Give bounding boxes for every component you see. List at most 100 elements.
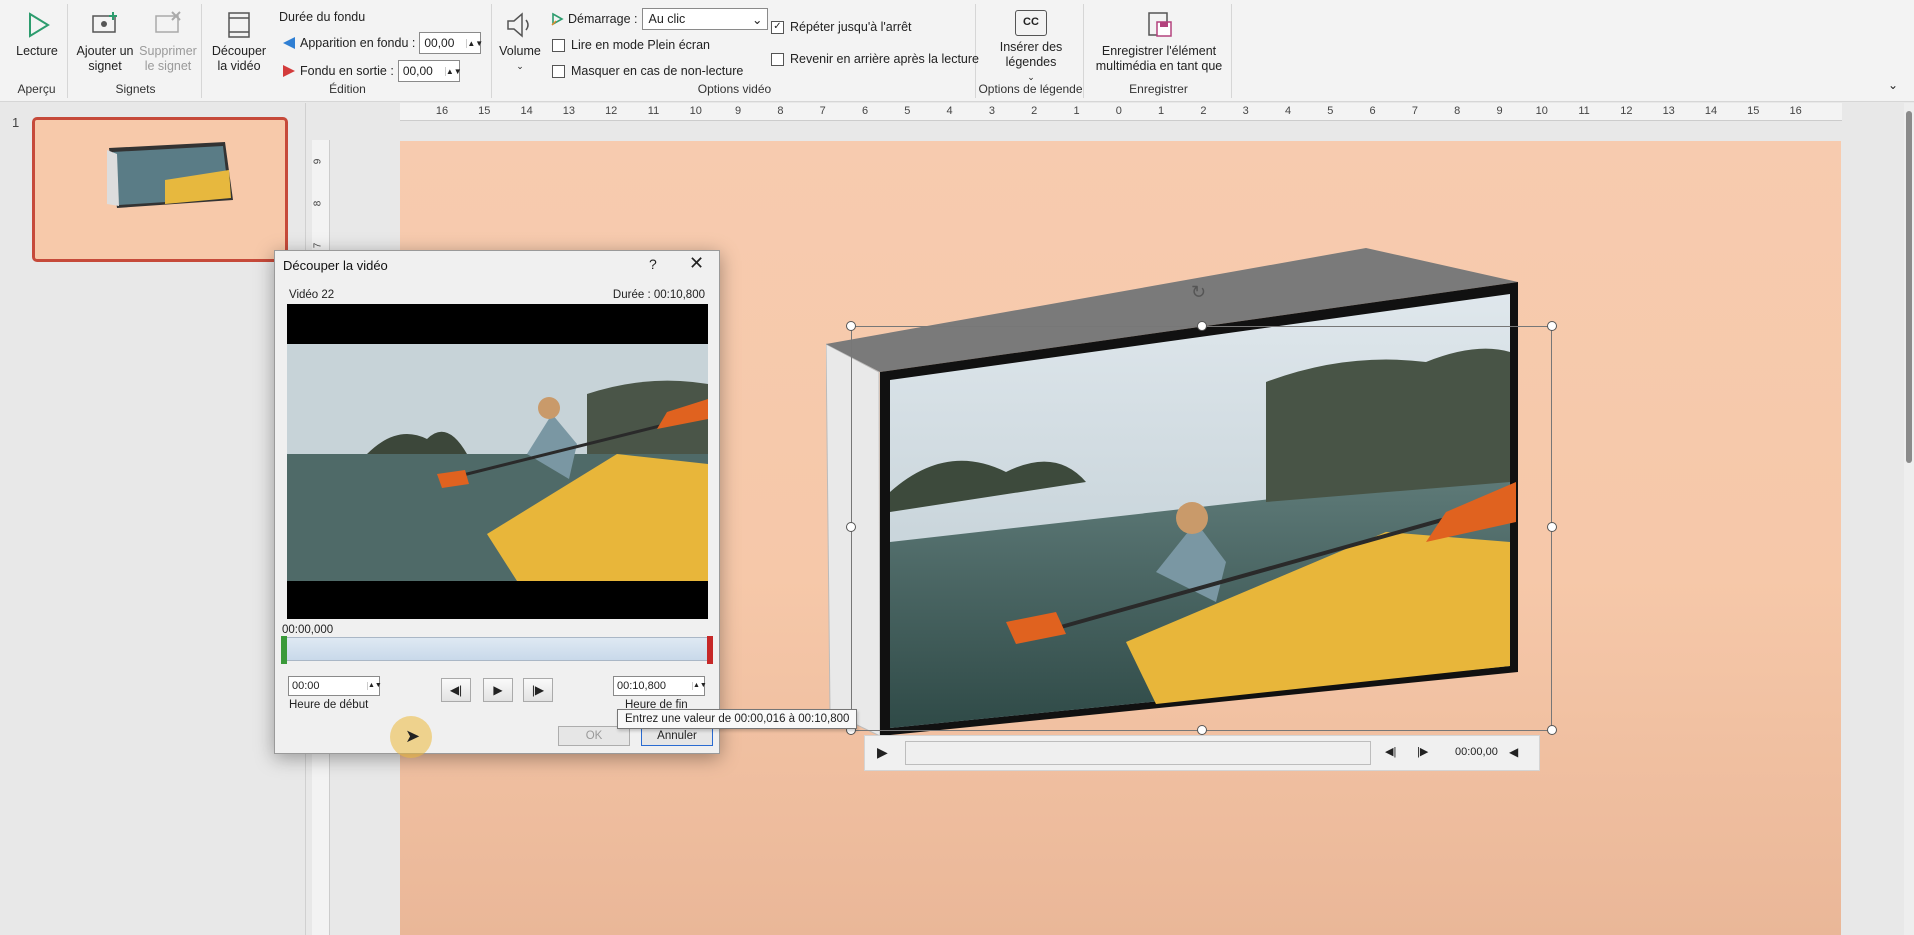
trim-timeline[interactable] xyxy=(281,636,713,664)
group-title-signets: Signets xyxy=(115,82,156,96)
add-bookmark-button[interactable]: Ajouter un signet xyxy=(76,8,134,74)
trim-video-icon xyxy=(228,12,250,38)
ruler-label: 6 xyxy=(861,105,869,117)
player-forward-icon[interactable]: |▶ xyxy=(1417,745,1428,758)
rotate-handle-icon[interactable]: ↻ xyxy=(1191,282,1206,303)
fade-duration-label: Durée du fondu xyxy=(279,10,366,24)
ruler-label: 4 xyxy=(1284,105,1292,117)
fade-out-row: Fondu en sortie : 00,00 ▲▼ xyxy=(282,60,462,82)
resize-handle[interactable] xyxy=(1547,522,1557,532)
close-icon[interactable]: ✕ xyxy=(689,253,704,274)
group-title-options: Options vidéo xyxy=(697,82,772,96)
resize-handle[interactable] xyxy=(1547,321,1557,331)
mouse-pointer-icon: ➤ xyxy=(405,726,421,746)
trim-video-label: Découper la vidéo xyxy=(211,44,267,73)
slide-number: 1 xyxy=(12,115,20,130)
trim-video-button[interactable]: Découper la vidéo xyxy=(210,8,268,74)
player-volume-icon[interactable]: ◀ xyxy=(1509,745,1518,759)
play-icon xyxy=(29,12,50,38)
group-title-save: Enregistrer xyxy=(1129,82,1188,96)
help-button[interactable]: ? xyxy=(649,256,657,272)
ruler-label: 12 xyxy=(605,105,618,117)
fade-out-value: 00,00 xyxy=(402,64,433,78)
resize-handle[interactable] xyxy=(1547,725,1557,735)
ruler-label: 2 xyxy=(1200,105,1207,117)
player-time: 00:00,00 xyxy=(1455,746,1498,758)
spin-arrows-icon[interactable]: ▲▼ xyxy=(367,682,382,690)
ruler-label: 12 xyxy=(1620,105,1633,117)
start-row: Démarrage : Au clic ⌄ xyxy=(550,8,769,30)
rewind-option[interactable]: Revenir en arrière après la lecture xyxy=(771,52,979,66)
end-time-value[interactable]: 00:10,800 xyxy=(614,680,692,692)
start-label: Démarrage : xyxy=(568,12,638,26)
selection-box[interactable] xyxy=(851,326,1552,731)
hide-option[interactable]: Masquer en cas de non-lecture xyxy=(552,64,743,78)
previous-frame-icon: ◀| xyxy=(449,683,463,697)
add-bookmark-label: Ajouter un signet xyxy=(76,44,134,73)
loop-option[interactable]: ✓ Répéter jusqu'à l'arrêt xyxy=(771,20,912,34)
start-select[interactable]: Au clic ⌄ xyxy=(642,8,769,30)
play-icon: ▶ xyxy=(493,683,503,697)
spin-arrows-icon[interactable]: ▲▼ xyxy=(466,38,483,48)
next-frame-button[interactable]: |▶ xyxy=(523,678,553,702)
fade-in-stepper[interactable]: 00,00 ▲▼ xyxy=(419,32,483,54)
end-time-stepper[interactable]: 00:10,800 ▲▼ xyxy=(613,676,707,696)
cc-icon: CC xyxy=(1015,10,1047,36)
ruler-label: 13 xyxy=(562,105,576,117)
ruler-label: 14 xyxy=(520,105,533,117)
ruler-label: 10 xyxy=(1535,105,1548,117)
fade-out-label: Fondu en sortie : xyxy=(300,64,394,78)
ruler-label: 7 xyxy=(312,242,324,249)
start-time-value[interactable]: 00:00 xyxy=(289,680,367,692)
ruler-label: 8 xyxy=(777,105,784,117)
resize-handle[interactable] xyxy=(846,321,856,331)
insert-captions-label: Insérer des légendes xyxy=(999,40,1063,69)
ruler-label: 11 xyxy=(647,105,660,117)
rewind-checkbox[interactable] xyxy=(771,52,784,66)
spin-arrows-icon[interactable]: ▲▼ xyxy=(444,66,462,76)
ruler-label: 1 xyxy=(1073,105,1080,117)
end-marker[interactable] xyxy=(707,636,713,664)
remove-bookmark-button[interactable]: Supprimer le signet xyxy=(136,8,200,74)
vertical-scrollbar[interactable] xyxy=(1904,103,1914,935)
fullscreen-checkbox[interactable] xyxy=(552,38,565,52)
ruler-label: 4 xyxy=(946,105,953,117)
fade-in-value: 00,00 xyxy=(424,36,455,50)
fullscreen-option[interactable]: Lire en mode Plein écran xyxy=(552,38,710,52)
previous-frame-button[interactable]: ◀| xyxy=(441,678,471,702)
dialog-title: Découper la vidéo xyxy=(283,258,388,273)
save-media-button[interactable]: Enregistrer l'élément multimédia en tant… xyxy=(1092,8,1226,74)
group-title-edition: Édition xyxy=(329,82,366,96)
play-button[interactable]: ▶ xyxy=(483,678,513,702)
resize-handle[interactable] xyxy=(846,522,856,532)
video-frame-image xyxy=(287,344,708,581)
player-timeline[interactable] xyxy=(905,741,1371,765)
group-options-video: Volume ⌄ Démarrage : Au clic ⌄ Lire en mo… xyxy=(494,4,979,98)
ruler-label: 13 xyxy=(1662,105,1675,117)
ok-button[interactable]: OK xyxy=(558,726,630,746)
start-marker[interactable] xyxy=(281,636,287,664)
cancel-button[interactable]: Annuler xyxy=(641,726,713,746)
volume-button[interactable]: Volume ⌄ xyxy=(498,8,542,74)
fade-in-row: Apparition en fondu : 00,00 ▲▼ xyxy=(282,32,483,54)
volume-icon xyxy=(507,12,529,38)
insert-captions-button[interactable]: CC Insérer des légendes ⌄ xyxy=(984,8,1078,85)
ruler-label: 6 xyxy=(1369,105,1376,117)
loop-checkbox[interactable]: ✓ xyxy=(771,20,784,34)
spin-arrows-icon[interactable]: ▲▼ xyxy=(692,682,707,690)
hide-checkbox[interactable] xyxy=(552,64,565,78)
ruler-label: 15 xyxy=(1747,105,1760,117)
player-back-icon[interactable]: ◀| xyxy=(1385,745,1396,758)
resize-handle[interactable] xyxy=(1197,321,1207,331)
slide-thumbnail[interactable] xyxy=(32,117,288,262)
start-time-stepper[interactable]: 00:00 ▲▼ xyxy=(288,676,382,696)
player-play-icon[interactable]: ▶ xyxy=(877,744,888,761)
play-preview-button[interactable]: Lecture xyxy=(14,8,60,59)
ruler-label: 7 xyxy=(819,105,826,117)
collapse-ribbon-icon[interactable]: ⌄ xyxy=(1888,78,1898,92)
fade-out-stepper[interactable]: 00,00 ▲▼ xyxy=(397,60,462,82)
ruler-label: 3 xyxy=(988,105,995,117)
scrollbar-thumb[interactable] xyxy=(1906,111,1912,463)
resize-handle[interactable] xyxy=(1197,725,1207,735)
save-media-icon xyxy=(1148,12,1172,37)
